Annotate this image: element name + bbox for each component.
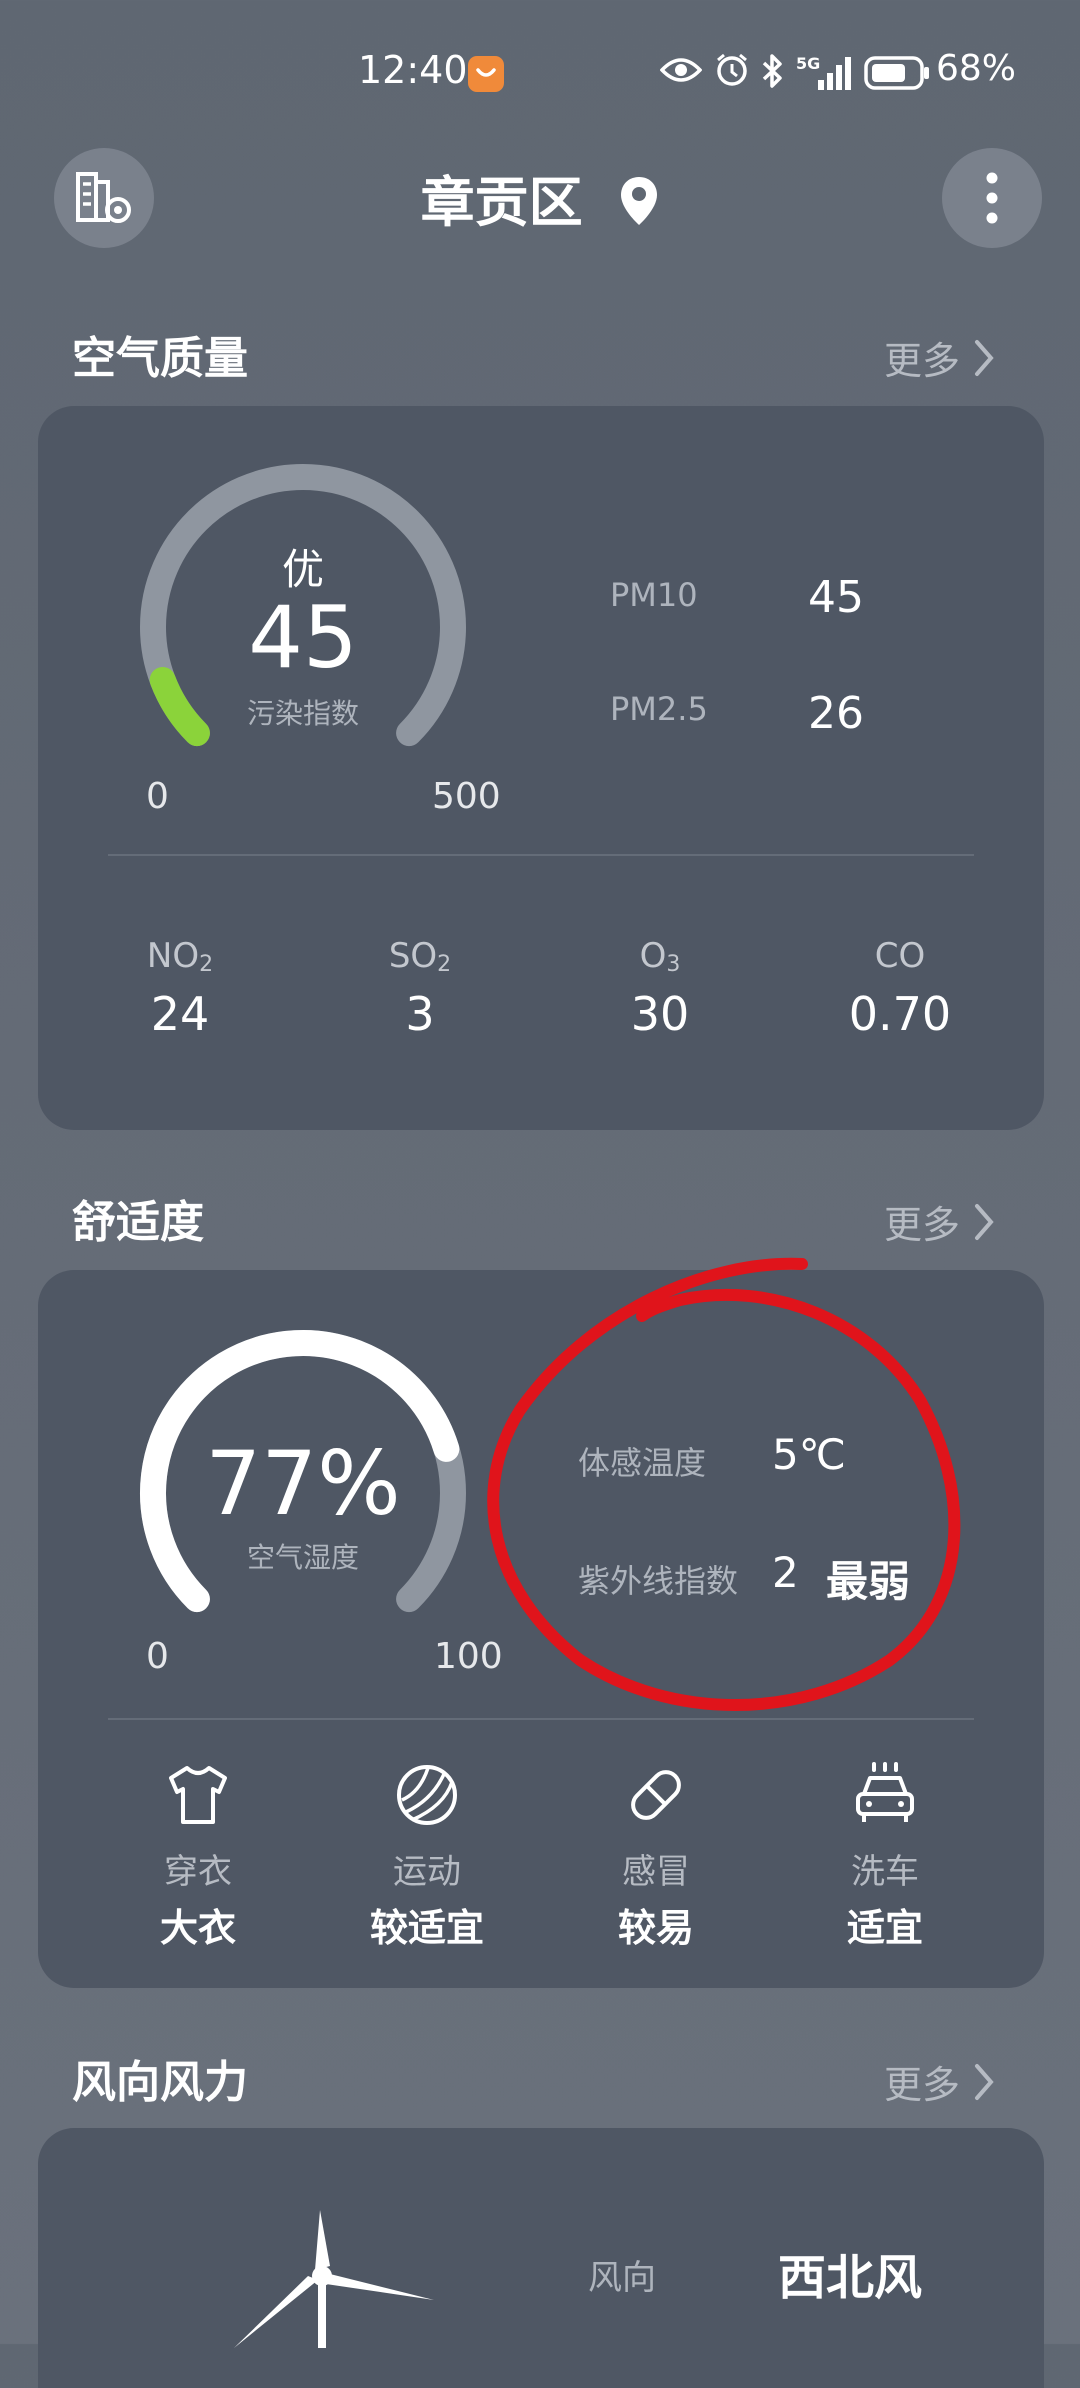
- pollutant-co: CO 0.70: [800, 936, 1000, 1041]
- wind-direction-label: 风向: [588, 2258, 656, 2298]
- tile-cold-label: 感冒: [622, 1852, 690, 1892]
- car-wash-icon: [856, 1762, 914, 1822]
- chevron-right-icon: [975, 1204, 994, 1240]
- red-annotation-circle: [487, 1257, 961, 1711]
- humidity-value: 77%: [205, 1432, 401, 1535]
- tile-car-wash-label: 洗车: [851, 1852, 919, 1892]
- more-label: 更多: [884, 2063, 961, 2107]
- ball-icon: [397, 1765, 457, 1825]
- pill-icon: [631, 1770, 681, 1820]
- tile-clothing-value: 大衣: [159, 1906, 236, 1950]
- humidity-label: 空气湿度: [246, 1541, 359, 1574]
- air-quality-more-link[interactable]: 更多: [884, 330, 995, 385]
- shirt-icon: [169, 1766, 227, 1824]
- wind-title: 风向风力: [72, 2057, 248, 2108]
- alarm-icon: [717, 53, 747, 86]
- air-quality-card[interactable]: 优 45 污染指数 0 500 PM10 45 PM2.5 26 NO2 24 …: [38, 406, 1044, 1130]
- comfort-title: 舒适度: [72, 1197, 204, 1248]
- aqi-gauge-max: 500: [432, 776, 501, 817]
- chevron-right-icon: [975, 2064, 994, 2100]
- bluetooth-icon: [762, 54, 782, 88]
- more-vertical-icon: [986, 172, 998, 224]
- tile-car-wash[interactable]: 洗车 适宜: [775, 1760, 995, 1952]
- eye-icon: [660, 58, 702, 82]
- more-label: 更多: [884, 339, 961, 383]
- tile-sport[interactable]: 运动 较适宜: [317, 1760, 537, 1952]
- tile-sport-label: 运动: [393, 1852, 461, 1892]
- pollutant-no2-value: 24: [150, 987, 210, 1041]
- pm10-label: PM10: [610, 576, 698, 614]
- pm25-value: 26: [808, 688, 864, 739]
- location-pin-icon: [621, 177, 658, 225]
- tile-car-wash-value: 适宜: [846, 1906, 923, 1950]
- air-quality-divider: [108, 854, 974, 856]
- humidity-gauge-min: 0: [146, 1636, 169, 1677]
- pollutant-o3: O3 30: [560, 936, 760, 1041]
- battery-icon: [864, 56, 929, 90]
- wind-turbine-icon: [234, 2210, 434, 2348]
- aqi-label: 污染指数: [246, 697, 359, 730]
- tile-cold[interactable]: 感冒 较易: [546, 1760, 766, 1952]
- pm25-label: PM2.5: [610, 690, 708, 728]
- air-quality-title: 空气质量: [72, 333, 248, 384]
- pollutant-so2-value: 3: [405, 987, 435, 1041]
- wind-more-link[interactable]: 更多: [884, 2054, 995, 2109]
- pollutant-so2: SO2 3: [320, 936, 520, 1041]
- more-menu-button[interactable]: [942, 148, 1042, 248]
- chevron-right-icon: [975, 340, 994, 376]
- tile-sport-value: 较适宜: [369, 1906, 484, 1950]
- status-time: 12:40: [358, 48, 468, 92]
- tile-clothing-label: 穿衣: [164, 1852, 232, 1892]
- tile-cold-value: 较易: [617, 1906, 694, 1950]
- wind-card[interactable]: 风向 西北风: [38, 2128, 1044, 2388]
- location-name: 章贡区: [420, 171, 583, 234]
- aqi-value: 45: [248, 588, 358, 688]
- wind-direction-value: 西北风: [778, 2250, 923, 2306]
- battery-percentage: 68%: [936, 48, 1017, 89]
- pollutant-no2: NO2 24: [80, 936, 280, 1041]
- location-title[interactable]: 章贡区: [0, 158, 1080, 237]
- pm10-value: 45: [808, 572, 864, 623]
- aqi-gauge-min: 0: [146, 776, 169, 817]
- pollutant-co-value: 0.70: [848, 987, 952, 1041]
- signal-icon: [818, 57, 851, 90]
- tile-clothing[interactable]: 穿衣 大衣: [88, 1760, 308, 1952]
- app-notification-icon: [468, 56, 504, 92]
- pollutant-o3-value: 30: [630, 987, 690, 1041]
